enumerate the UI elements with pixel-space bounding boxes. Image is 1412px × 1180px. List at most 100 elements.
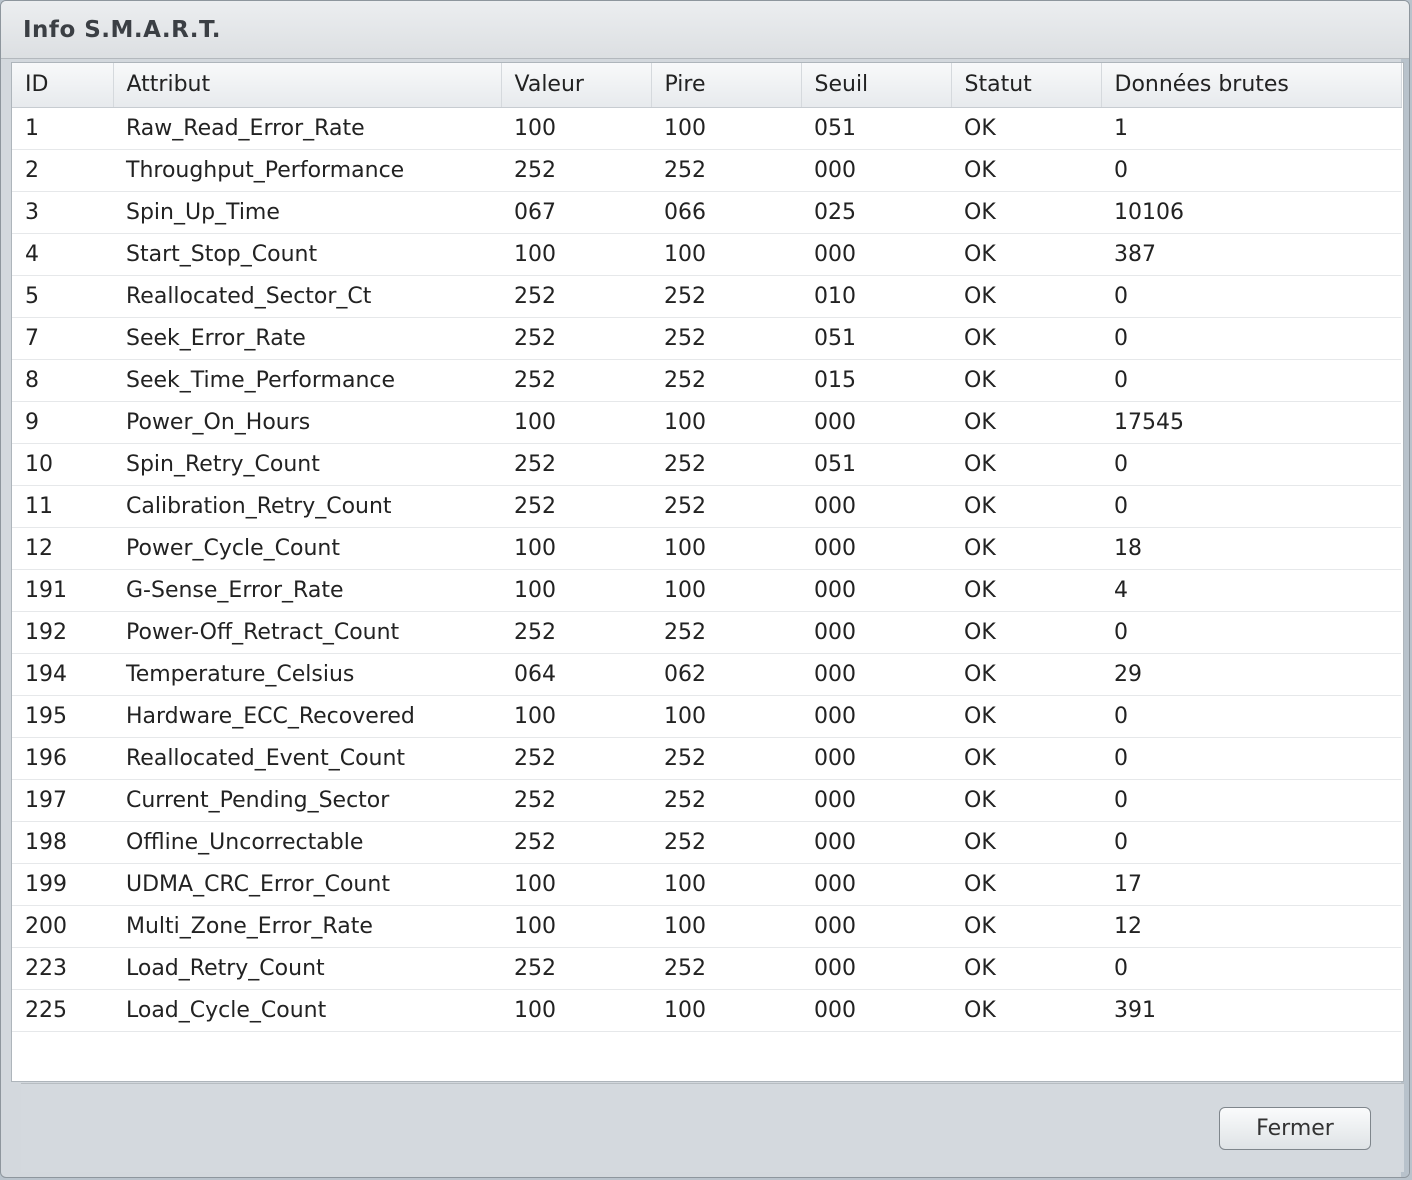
column-header-worst[interactable]: Pire (651, 63, 802, 108)
cell-value: 100 (501, 107, 651, 150)
column-header-id[interactable]: ID (12, 63, 114, 108)
cell-threshold: 025 (801, 191, 951, 234)
table-row[interactable]: 4 Start_Stop_Count 100 100 000 OK 387 (12, 233, 1401, 276)
table-row[interactable]: 3 Spin_Up_Time 067 066 025 OK 10106 (12, 191, 1401, 234)
cell-id: 1 (12, 107, 113, 150)
table-row[interactable]: 191 G-Sense_Error_Rate 100 100 000 OK 4 (12, 569, 1401, 612)
cell-id: 199 (12, 863, 113, 906)
cell-worst: 100 (651, 863, 801, 906)
table-row[interactable]: 223 Load_Retry_Count 252 252 000 OK 0 (12, 947, 1401, 990)
cell-attribute: Load_Cycle_Count (113, 989, 501, 1032)
table-row[interactable]: 2 Throughput_Performance 252 252 000 OK 0 (12, 149, 1401, 192)
table-row[interactable]: 196 Reallocated_Event_Count 252 252 000 OK 0 (12, 737, 1401, 780)
cell-value: 064 (501, 653, 651, 696)
table-row[interactable]: 198 Offline_Uncorrectable 252 252 000 OK 0 (12, 821, 1401, 864)
cell-status: OK (951, 275, 1101, 318)
cell-status: OK (951, 947, 1101, 990)
cell-worst: 100 (651, 401, 801, 444)
column-header-raw-data[interactable]: Données brutes (1101, 63, 1402, 108)
table-row[interactable]: 197 Current_Pending_Sector 252 252 000 OK 0 (12, 779, 1401, 822)
cell-raw-data: 29 (1101, 653, 1401, 696)
table-row[interactable]: 9 Power_On_Hours 100 100 000 OK 17545 (12, 401, 1401, 444)
cell-value: 252 (501, 275, 651, 318)
cell-id: 225 (12, 989, 113, 1032)
cell-worst: 100 (651, 695, 801, 738)
cell-threshold: 000 (801, 485, 951, 528)
column-header-value[interactable]: Valeur (501, 63, 652, 108)
table-row[interactable]: 225 Load_Cycle_Count 100 100 000 OK 391 (12, 989, 1401, 1032)
cell-value: 252 (501, 737, 651, 780)
cell-worst: 100 (651, 233, 801, 276)
cell-status: OK (951, 527, 1101, 570)
cell-id: 4 (12, 233, 113, 276)
table-row[interactable]: 11 Calibration_Retry_Count 252 252 000 OK 0 (12, 485, 1401, 528)
cell-status: OK (951, 611, 1101, 654)
cell-id: 192 (12, 611, 113, 654)
cell-value: 100 (501, 695, 651, 738)
cell-attribute: Reallocated_Event_Count (113, 737, 501, 780)
cell-status: OK (951, 149, 1101, 192)
cell-worst: 100 (651, 107, 801, 150)
column-header-status[interactable]: Statut (951, 63, 1102, 108)
smart-attributes-table: ID Attribut Valeur Pire Seuil Statut Don… (12, 63, 1402, 1032)
cell-attribute: Start_Stop_Count (113, 233, 501, 276)
table-row[interactable]: 195 Hardware_ECC_Recovered 100 100 000 OK 0 (12, 695, 1401, 738)
cell-threshold: 000 (801, 653, 951, 696)
cell-threshold: 000 (801, 569, 951, 612)
cell-value: 100 (501, 569, 651, 612)
cell-worst: 252 (651, 317, 801, 360)
table-row[interactable]: 8 Seek_Time_Performance 252 252 015 OK 0 (12, 359, 1401, 402)
column-header-attribute[interactable]: Attribut (113, 63, 502, 108)
cell-attribute: Spin_Retry_Count (113, 443, 501, 486)
cell-worst: 066 (651, 191, 801, 234)
close-button[interactable]: Fermer (1219, 1107, 1371, 1150)
cell-raw-data: 0 (1101, 947, 1401, 990)
table-row[interactable]: 199 UDMA_CRC_Error_Count 100 100 000 OK 17 (12, 863, 1401, 906)
table-row[interactable]: 12 Power_Cycle_Count 100 100 000 OK 18 (12, 527, 1401, 570)
cell-value: 252 (501, 821, 651, 864)
cell-raw-data: 0 (1101, 779, 1401, 822)
cell-value: 100 (501, 905, 651, 948)
cell-status: OK (951, 779, 1101, 822)
table-row[interactable]: 194 Temperature_Celsius 064 062 000 OK 29 (12, 653, 1401, 696)
cell-id: 8 (12, 359, 113, 402)
cell-attribute: Offline_Uncorrectable (113, 821, 501, 864)
dialog-titlebar[interactable]: Info S.M.A.R.T. (1, 1, 1409, 59)
cell-attribute: Power-Off_Retract_Count (113, 611, 501, 654)
cell-status: OK (951, 107, 1101, 150)
cell-threshold: 015 (801, 359, 951, 402)
cell-value: 252 (501, 947, 651, 990)
cell-threshold: 000 (801, 611, 951, 654)
table-row[interactable]: 10 Spin_Retry_Count 252 252 051 OK 0 (12, 443, 1401, 486)
cell-raw-data: 0 (1101, 737, 1401, 780)
cell-attribute: Power_On_Hours (113, 401, 501, 444)
cell-threshold: 000 (801, 401, 951, 444)
table-row[interactable]: 200 Multi_Zone_Error_Rate 100 100 000 OK 12 (12, 905, 1401, 948)
cell-id: 7 (12, 317, 113, 360)
cell-threshold: 000 (801, 989, 951, 1032)
table-row[interactable]: 1 Raw_Read_Error_Rate 100 100 051 OK 1 (12, 107, 1401, 150)
table-row[interactable]: 192 Power-Off_Retract_Count 252 252 000 OK 0 (12, 611, 1401, 654)
cell-raw-data: 387 (1101, 233, 1401, 276)
cell-attribute: Current_Pending_Sector (113, 779, 501, 822)
cell-worst: 252 (651, 359, 801, 402)
cell-attribute: Seek_Time_Performance (113, 359, 501, 402)
cell-worst: 100 (651, 527, 801, 570)
cell-attribute: Load_Retry_Count (113, 947, 501, 990)
cell-id: 198 (12, 821, 113, 864)
cell-id: 10 (12, 443, 113, 486)
table-row[interactable]: 5 Reallocated_Sector_Ct 252 252 010 OK 0 (12, 275, 1401, 318)
cell-worst: 252 (651, 485, 801, 528)
cell-raw-data: 18 (1101, 527, 1401, 570)
cell-id: 11 (12, 485, 113, 528)
cell-threshold: 000 (801, 737, 951, 780)
column-header-threshold[interactable]: Seuil (801, 63, 952, 108)
cell-status: OK (951, 905, 1101, 948)
cell-attribute: Multi_Zone_Error_Rate (113, 905, 501, 948)
cell-id: 196 (12, 737, 113, 780)
cell-value: 252 (501, 359, 651, 402)
cell-threshold: 051 (801, 317, 951, 360)
cell-value: 252 (501, 611, 651, 654)
table-row[interactable]: 7 Seek_Error_Rate 252 252 051 OK 0 (12, 317, 1401, 360)
cell-raw-data: 0 (1101, 275, 1401, 318)
